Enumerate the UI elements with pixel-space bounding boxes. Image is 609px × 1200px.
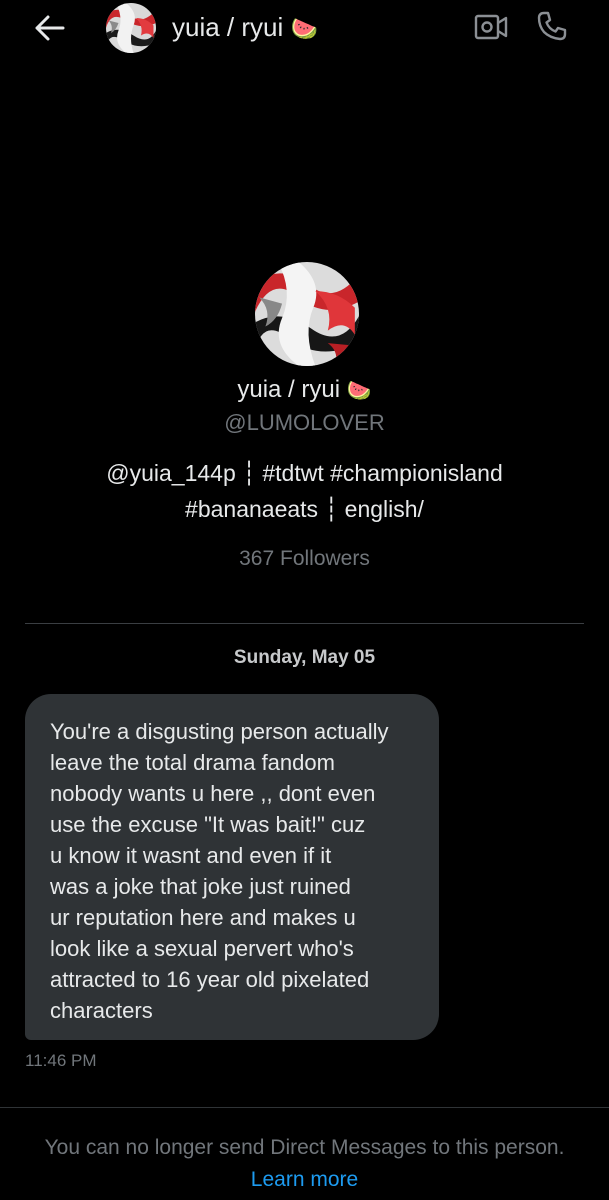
voice-call-button[interactable] <box>532 6 572 46</box>
message-timestamp: 11:46 PM <box>25 1051 97 1070</box>
profile-bio: @yuia_144p ┆ #tdtwt #championisland #ban… <box>60 455 549 527</box>
divider <box>0 1107 609 1108</box>
back-button[interactable] <box>30 8 70 48</box>
conversation-header: yuia / ryui 🍉 <box>0 0 609 56</box>
message-text: You're a disgusting person actually leav… <box>50 719 389 1023</box>
avatar-image <box>106 3 156 53</box>
profile-name-text: yuia / ryui <box>237 376 341 403</box>
received-message-bubble[interactable]: You're a disgusting person actually leav… <box>25 694 439 1040</box>
profile-display-name: yuia / ryui 🍉 <box>0 376 609 404</box>
header-name-text: yuia / ryui <box>172 12 284 42</box>
dm-conversation-screen: yuia / ryui 🍉 yuia / ryui 🍉 @LUMOLOVER @… <box>0 0 609 1200</box>
followers-count[interactable]: 367 Followers <box>0 547 609 571</box>
arrow-left-icon <box>35 15 65 41</box>
learn-more-link[interactable]: Learn more <box>0 1168 609 1192</box>
watermelon-emoji: 🍉 <box>290 17 318 42</box>
dm-disabled-notice: You can no longer send Direct Messages t… <box>44 1136 565 1159</box>
profile-avatar[interactable] <box>255 262 359 366</box>
header-avatar[interactable] <box>106 3 156 53</box>
bio-line: @yuia_144p ┆ #tdtwt #championisland <box>106 460 503 486</box>
avatar-image <box>255 262 359 366</box>
watermelon-emoji: 🍉 <box>346 378 372 402</box>
header-display-name[interactable]: yuia / ryui 🍉 <box>172 12 318 43</box>
video-call-icon <box>474 14 508 40</box>
phone-icon <box>537 11 567 41</box>
divider <box>25 623 584 624</box>
video-call-button[interactable] <box>472 10 510 44</box>
profile-handle: @LUMOLOVER <box>224 410 385 435</box>
bio-line: #bananaeats ┆ english/ <box>185 496 424 522</box>
date-separator: Sunday, May 05 <box>233 647 376 668</box>
